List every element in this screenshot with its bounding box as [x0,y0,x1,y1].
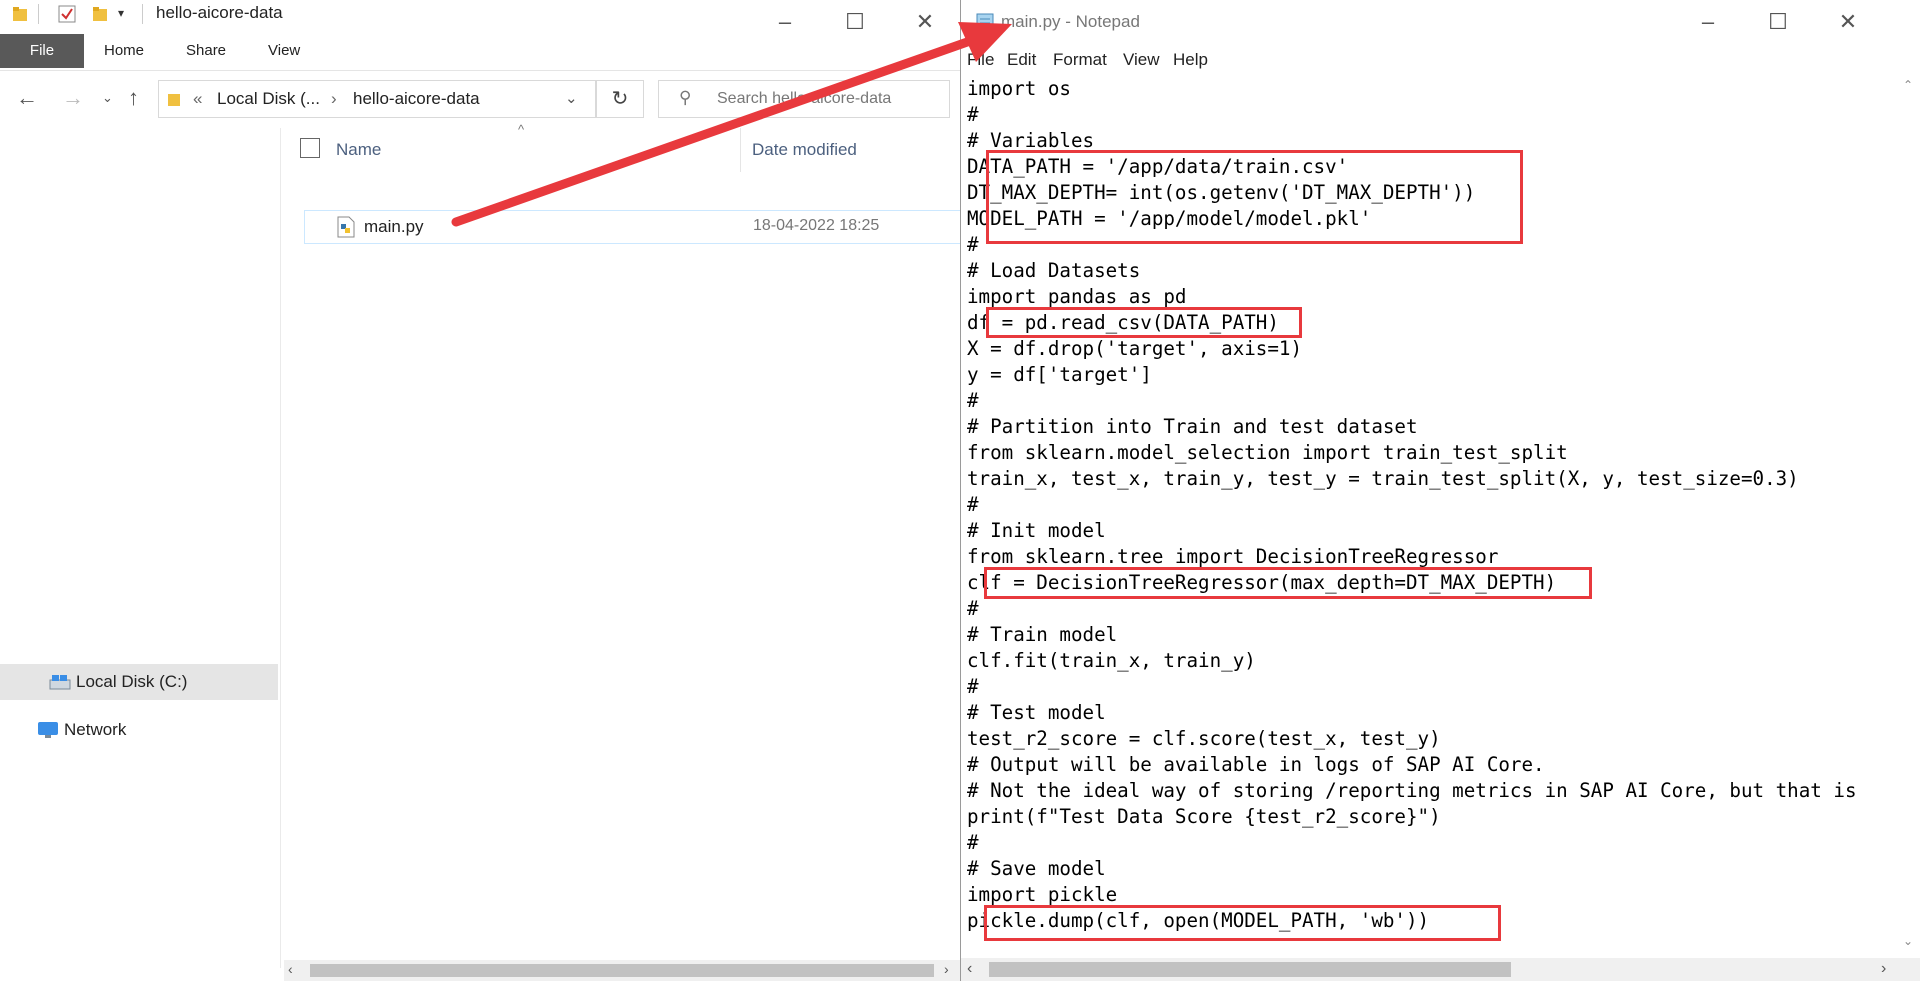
arrow-shaft [451,29,995,227]
annotation-arrow [451,22,1012,227]
